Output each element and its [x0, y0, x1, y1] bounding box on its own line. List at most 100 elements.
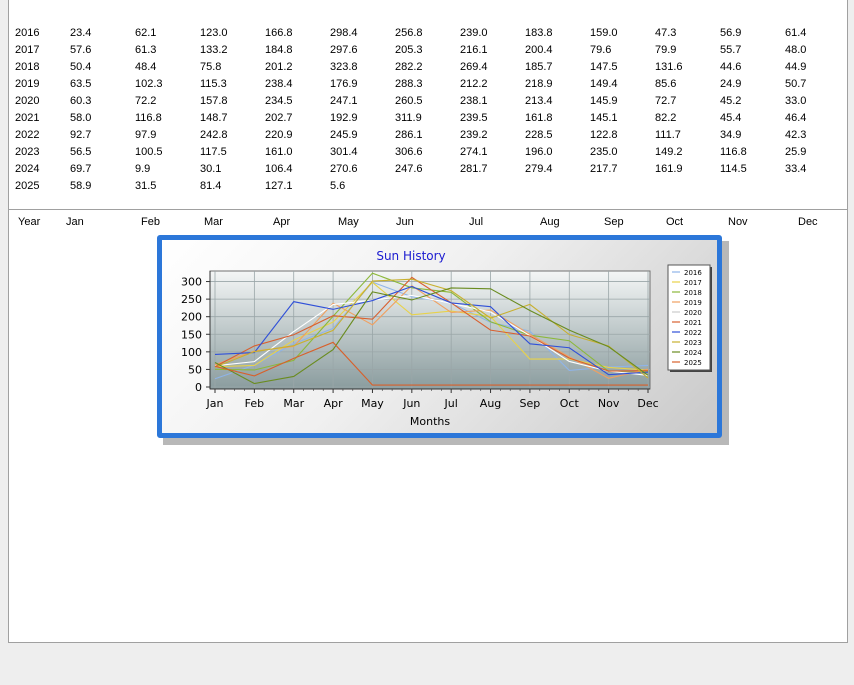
table-cell: 45.2: [720, 95, 742, 107]
table-cell: 72.2: [135, 95, 157, 107]
table-cell: 115.3: [200, 78, 227, 90]
table-cell: 106.4: [265, 163, 293, 175]
table-row: 2020 60.3 72.2 157.8 234.5 247.1 260.5 238.1 213…: [8, 95, 848, 112]
legend-label: 2021: [684, 319, 702, 327]
table-cell: 245.9: [330, 129, 358, 141]
table-cell: 23.4: [70, 27, 92, 39]
table-row: 2021 58.0 116.8 148.7 202.7 192.9 311.9 239.5 16…: [8, 112, 848, 129]
chart-frame: Sun History Jan Feb Mar Apr May Jun Jul Aug Sep O…: [157, 235, 722, 438]
table-row: 2017 57.6 61.3 133.2 184.8 297.6 205.3 216.1 200…: [8, 44, 848, 61]
table-cell: 48.4: [135, 61, 157, 73]
table-cell: 238.1: [460, 95, 488, 107]
table-cell: 149.4: [590, 78, 618, 90]
column-header: Mar: [204, 216, 223, 228]
table-cell: 82.2: [655, 112, 677, 124]
y-tick-label: 100: [181, 346, 202, 359]
table-cell: 205.3: [395, 44, 423, 56]
table-cell: 63.5: [70, 78, 92, 90]
table-cell: 201.2: [265, 61, 293, 73]
table-cell: 145.9: [590, 95, 618, 107]
sun-history-chart: Sun History Jan Feb Mar Apr May Jun Jul Aug Sep O…: [157, 235, 729, 445]
column-header: Dec: [798, 216, 818, 228]
table-cell: 2025: [15, 180, 40, 192]
table-cell: 75.8: [200, 61, 222, 73]
table-cell: 62.1: [135, 27, 157, 39]
table-cell: 122.8: [590, 129, 618, 141]
table-cell: 61.3: [135, 44, 157, 56]
legend-label: 2018: [684, 289, 702, 297]
table-cell: 202.7: [265, 112, 293, 124]
table-cell: 161.0: [265, 146, 293, 158]
table-cell: 50.4: [70, 61, 92, 73]
table-cell: 85.6: [655, 78, 677, 90]
table-cell: 297.6: [330, 44, 358, 56]
table-cell: 234.5: [265, 95, 293, 107]
table-cell: 282.2: [395, 61, 423, 73]
table-cell: 166.8: [265, 27, 293, 39]
table-cell: 161.8: [525, 112, 553, 124]
table-cell: 281.7: [460, 163, 488, 175]
table-cell: 256.8: [395, 27, 423, 39]
table-cell: 239.0: [460, 27, 488, 39]
table-cell: 34.9: [720, 129, 742, 141]
table-cell: 235.0: [590, 146, 618, 158]
column-header: Nov: [728, 216, 748, 228]
x-axis-label: Months: [410, 415, 450, 428]
table-cell: 100.5: [135, 146, 163, 158]
table-cell: 45.4: [720, 112, 742, 124]
table-cell: 46.4: [785, 112, 807, 124]
x-tick-label: Dec: [637, 397, 658, 410]
table-cell: 200.4: [525, 44, 553, 56]
table-cell: 114.5: [720, 163, 747, 175]
y-tick-label: 300: [181, 276, 202, 289]
table-cell: 183.8: [525, 27, 553, 39]
table-cell: 192.9: [330, 112, 358, 124]
table-header-row: Year Jan Feb Mar Apr May Jun Jul Aug Sep Oct Nov Dec: [0, 216, 854, 232]
column-header: Jan: [66, 216, 84, 228]
table-cell: 123.0: [200, 27, 228, 39]
table-cell: 217.7: [590, 163, 618, 175]
column-header: Year: [18, 216, 41, 228]
table-cell: 145.1: [590, 112, 618, 124]
table-cell: 148.7: [200, 112, 228, 124]
y-tick-label: 250: [181, 293, 202, 306]
legend-label: 2023: [684, 339, 702, 347]
x-tick-label: Jun: [402, 397, 420, 410]
legend-label: 2019: [684, 299, 702, 307]
table-cell: 301.4: [330, 146, 358, 158]
table-cell: 306.6: [395, 146, 423, 158]
x-tick-label: Jul: [444, 397, 458, 410]
table-cell: 212.2: [460, 78, 488, 90]
table-cell: 2020: [15, 95, 40, 107]
table-cell: 25.9: [785, 146, 807, 158]
table-cell: 56.5: [70, 146, 92, 158]
x-tick-label: Mar: [283, 397, 304, 410]
table-cell: 247.1: [330, 95, 358, 107]
table-cell: 58.0: [70, 112, 92, 124]
table-cell: 2019: [15, 78, 40, 90]
legend-label: 2024: [684, 349, 702, 357]
table-row: 2019 63.5 102.3 115.3 238.4 176.9 288.3 212.2 21…: [8, 78, 848, 95]
table-cell: 79.6: [590, 44, 612, 56]
y-tick-label: 150: [181, 328, 202, 341]
table-cell: 81.4: [200, 180, 222, 192]
table-cell: 102.3: [135, 78, 163, 90]
table-cell: 2017: [15, 44, 40, 56]
table-cell: 9.9: [135, 163, 151, 175]
table-cell: 61.4: [785, 27, 807, 39]
legend-label: 2017: [684, 279, 702, 287]
table-cell: 50.7: [785, 78, 807, 90]
legend-label: 2025: [684, 359, 702, 367]
table-cell: 247.6: [395, 163, 423, 175]
table-cell: 92.7: [70, 129, 92, 141]
table-cell: 286.1: [395, 129, 423, 141]
table-cell: 111.7: [655, 129, 681, 141]
table-cell: 48.0: [785, 44, 807, 56]
table-cell: 133.2: [200, 44, 228, 56]
table-cell: 238.4: [265, 78, 293, 90]
legend-label: 2022: [684, 329, 702, 337]
table-cell: 147.5: [590, 61, 618, 73]
table-cell: 131.6: [655, 61, 683, 73]
column-header: Jul: [469, 216, 484, 228]
table-cell: 116.8: [135, 112, 162, 124]
